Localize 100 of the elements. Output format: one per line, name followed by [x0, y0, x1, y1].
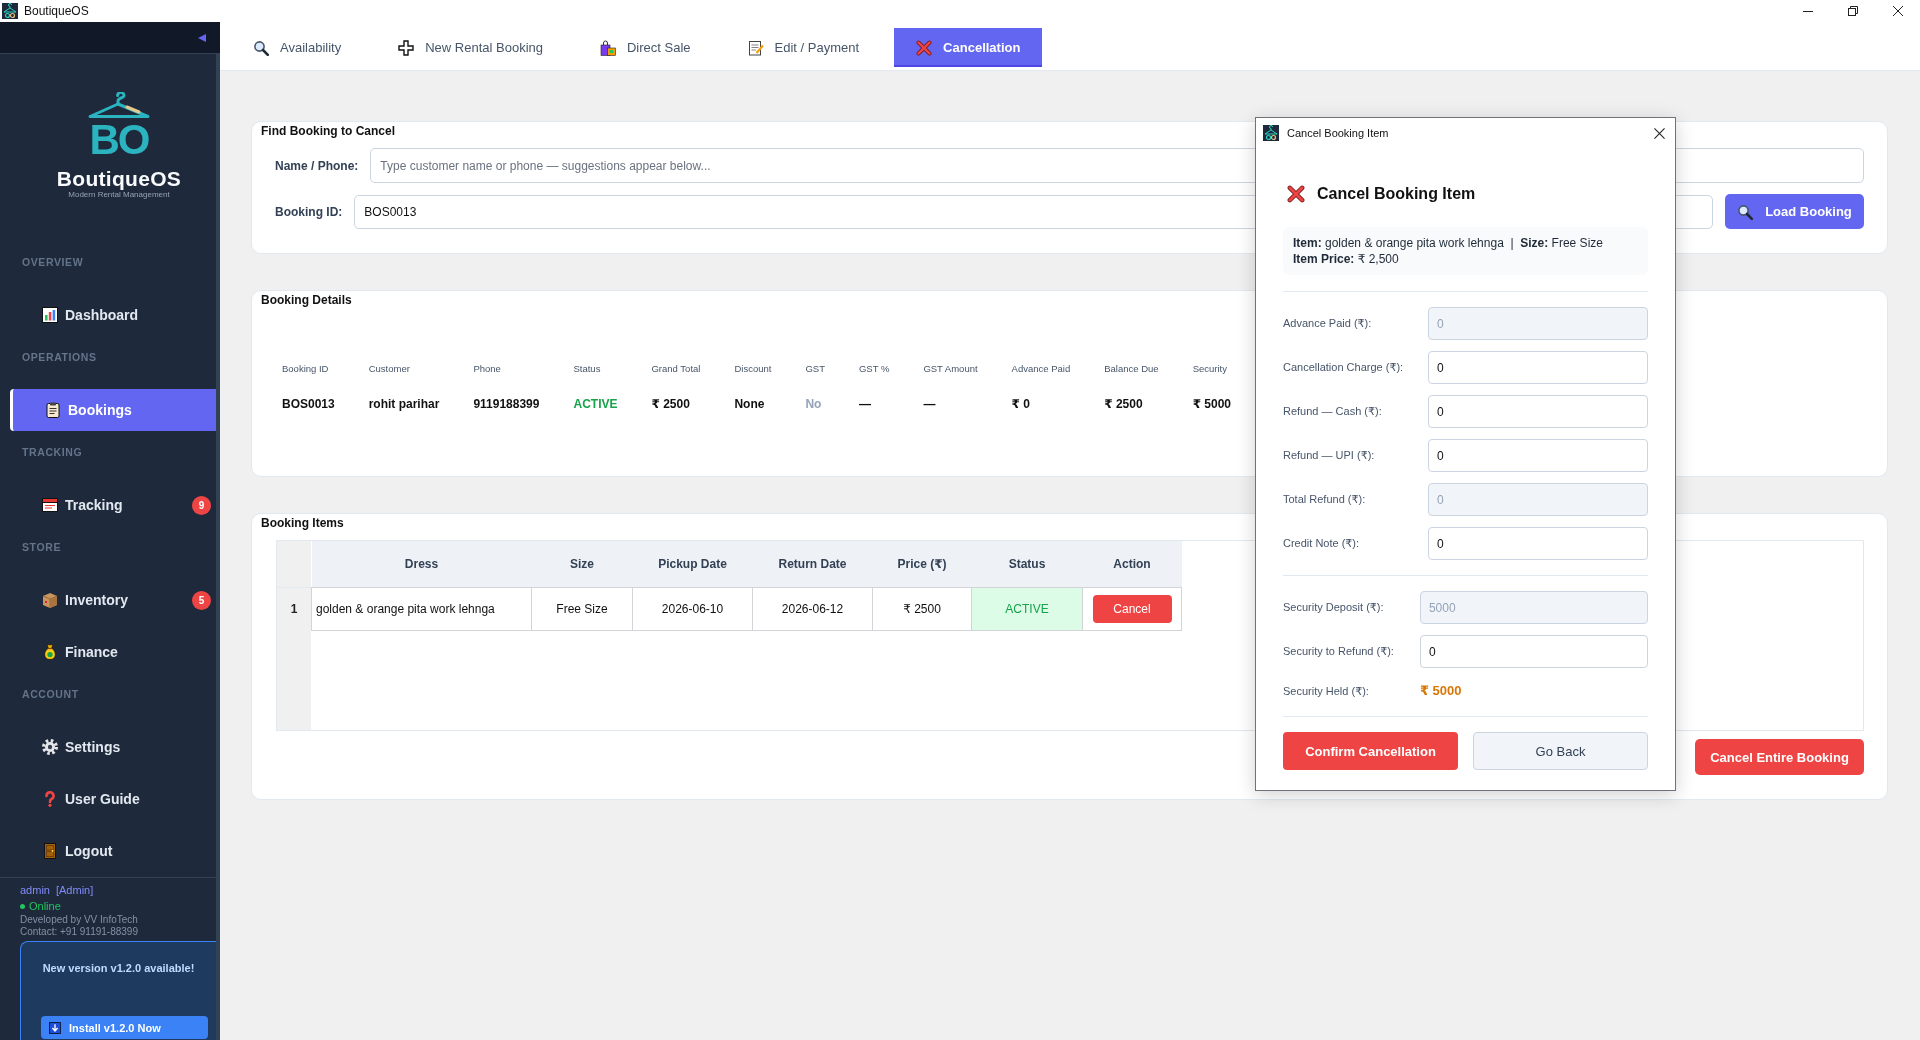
plus-icon: [398, 39, 415, 56]
cancel-button[interactable]: Cancel: [1092, 595, 1172, 623]
update-message: New version v1.2.0 available!: [42, 961, 195, 975]
status-dot-icon: [20, 903, 25, 909]
field-label: Security Held (₹):: [1283, 683, 1370, 699]
go-back-button[interactable]: Go Back: [1473, 732, 1648, 770]
column-header: Discount: [734, 363, 772, 374]
cross-icon: [1287, 185, 1305, 203]
table-cell: ₹ 5000: [1192, 397, 1232, 411]
status-text: Online: [29, 899, 61, 914]
table-cell: —: [923, 397, 936, 411]
close-icon: [1653, 127, 1665, 139]
user-role: [Admin]: [55, 883, 94, 898]
field-label: Credit Note (₹):: [1283, 537, 1361, 550]
install-button[interactable]: Install v1.2.0 Now: [41, 1016, 208, 1039]
summary-line: Item: golden & orange pita work lehnga | Size: Free Size: [1293, 235, 1604, 251]
app-logo-icon: [2, 3, 18, 19]
status-cell: ACTIVE: [971, 587, 1083, 631]
download-icon: [49, 1021, 61, 1034]
bar-chart-icon: [42, 307, 58, 323]
column-header: Phone: [473, 363, 501, 374]
summary-line: Item Price: ₹ 2,500: [1293, 251, 1400, 267]
amount-text: ₹ 5000: [1419, 683, 1462, 698]
scrollbar[interactable]: [216, 54, 220, 1040]
column-header: Customer: [368, 363, 410, 374]
nav-item[interactable]: Logout: [10, 830, 216, 872]
tab[interactable]: Edit / Payment: [725, 28, 882, 67]
column-header: Size: [531, 541, 633, 588]
credit-text: Contact: +91 91191-88399: [19, 926, 139, 938]
tab[interactable]: New Rental Booking: [376, 28, 565, 67]
number-field[interactable]: 0: [1428, 351, 1648, 384]
column-header: Balance Due: [1104, 363, 1159, 374]
table-cell: ₹ 0: [1011, 397, 1030, 411]
triangle-icon: [198, 33, 206, 42]
table-cell: ₹ 2500: [1104, 397, 1143, 411]
field-label: Name / Phone:: [275, 158, 359, 173]
clipboard-icon: [45, 402, 61, 418]
column-header: Booking ID: [282, 363, 329, 374]
number-field[interactable]: 0: [1428, 395, 1648, 428]
dialog-title: Cancel Booking Item: [1287, 127, 1389, 139]
row-number: 1: [277, 587, 311, 630]
money-bag-icon: [42, 644, 58, 660]
column-header: Grand Total: [651, 363, 701, 374]
collapse-button[interactable]: [198, 33, 206, 42]
number-field[interactable]: 0: [1428, 439, 1648, 472]
credit-text: Developed by VV InfoTech: [19, 914, 139, 926]
tab[interactable]: Availability: [231, 28, 364, 67]
table-cell: ₹ 2500: [872, 587, 972, 631]
shopping-bags-icon: [600, 39, 616, 56]
nav-item[interactable]: Inventory 5: [10, 579, 216, 621]
field-label: Refund — Cash (₹):: [1283, 405, 1383, 418]
minimize-icon: [1802, 10, 1813, 12]
section-heading: OVERVIEW: [22, 255, 85, 269]
table-cell: ACTIVE: [573, 397, 618, 411]
brand-name: BoutiqueOS: [56, 168, 182, 190]
table-cell: rohit parihar: [368, 397, 440, 411]
app-logo-icon: [1263, 125, 1279, 141]
table-cell: No: [805, 397, 822, 411]
field-label: Total Refund (₹):: [1283, 493, 1367, 506]
tab[interactable]: Direct Sale: [578, 28, 713, 67]
section-heading: STORE: [22, 540, 62, 554]
window-title: BoutiqueOS: [24, 4, 89, 18]
nav-item[interactable]: Tracking 9: [10, 484, 216, 526]
column-header: Pickup Date: [632, 541, 753, 588]
cancel-entire-booking-button[interactable]: Cancel Entire Booking: [1695, 739, 1864, 775]
field-label: Booking ID:: [275, 204, 343, 219]
tab[interactable]: Cancellation: [894, 28, 1043, 67]
confirm-cancellation-button[interactable]: Confirm Cancellation: [1283, 732, 1458, 770]
field-label: Security to Refund (₹):: [1283, 645, 1394, 658]
calendar-icon: [42, 497, 58, 513]
column-header: Price (₹): [872, 541, 972, 588]
panel-title: Booking Details: [261, 292, 352, 308]
brand-tagline: Modern Rental Management: [68, 190, 170, 200]
count-badge: 9: [192, 495, 211, 515]
close-icon: [1892, 6, 1903, 16]
count-badge: 5: [192, 590, 211, 610]
nav-item[interactable]: Bookings: [10, 389, 216, 431]
notepad-icon: [747, 39, 764, 56]
nav-item[interactable]: Finance: [10, 631, 216, 673]
number-field[interactable]: 0: [1428, 527, 1648, 560]
field-label: Cancellation Charge (₹):: [1283, 361, 1404, 374]
table-cell: None: [734, 397, 765, 411]
column-header: GST %: [858, 363, 890, 374]
section-heading: OPERATIONS: [22, 350, 98, 364]
restore-icon: [1847, 6, 1858, 16]
table-cell: golden & orange pita work lehnga: [311, 587, 532, 631]
nav-item[interactable]: Settings: [10, 726, 216, 768]
field-label: Advance Paid (₹):: [1283, 317, 1373, 330]
number-field[interactable]: 0: [1419, 635, 1648, 668]
load-booking-button[interactable]: Load Booking: [1725, 194, 1864, 229]
column-header: Dress: [311, 541, 532, 588]
field-label: Refund — UPI (₹):: [1283, 449, 1376, 462]
panel-title: Booking Items: [261, 515, 344, 531]
nav-item[interactable]: Dashboard: [10, 294, 216, 336]
column-header: Security: [1192, 363, 1227, 374]
cross-icon: [916, 39, 933, 56]
nav-item[interactable]: User Guide: [10, 778, 216, 820]
column-header: GST: [805, 363, 825, 374]
column-header: Advance Paid: [1011, 363, 1071, 374]
table-cell: 2026-06-10: [632, 587, 753, 631]
